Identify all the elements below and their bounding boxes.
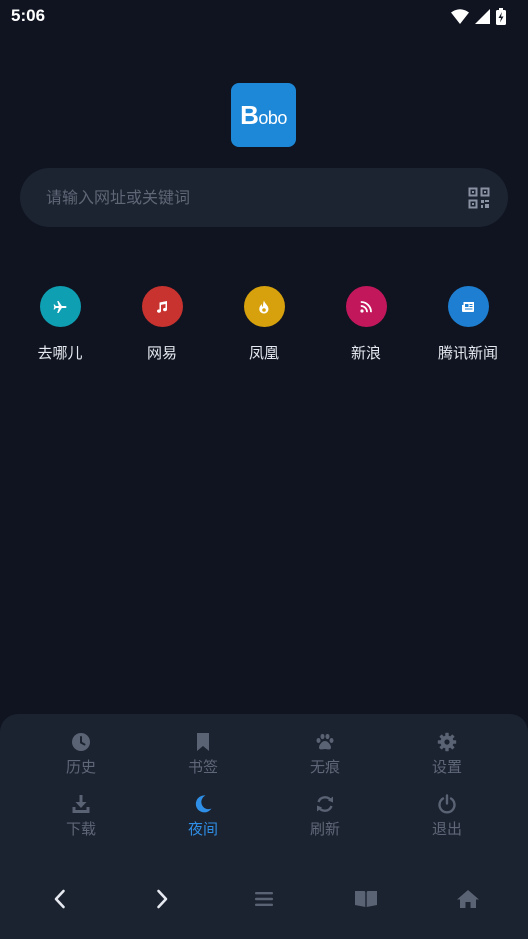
bookmark-icon	[197, 733, 209, 751]
chevron-right-icon	[157, 889, 168, 909]
app-logo: Bobo	[231, 83, 296, 147]
wifi-icon	[451, 8, 469, 24]
shortcut-netease[interactable]: 网易	[112, 286, 212, 363]
bottom-menu-panel: 历史 书签 无痕 设置 下载 夜间 刷新 退出	[0, 714, 528, 939]
clock-icon	[72, 733, 90, 751]
settings-button[interactable]: 设置	[386, 732, 508, 777]
shortcut-label: 新浪	[350, 344, 381, 362]
shortcut-label: 凤凰	[248, 344, 279, 362]
moon-icon	[195, 795, 212, 813]
search-input[interactable]	[46, 188, 468, 207]
history-button[interactable]: 历史	[20, 732, 142, 777]
menu-label: 刷新	[309, 820, 340, 838]
menu-label: 设置	[431, 758, 462, 776]
home-button[interactable]	[418, 874, 518, 924]
search-bar[interactable]	[20, 168, 508, 227]
rss-icon	[345, 286, 387, 327]
download-icon	[72, 795, 90, 813]
book-icon	[355, 891, 377, 907]
menu-label: 下载	[65, 820, 96, 838]
menu-label: 退出	[431, 820, 462, 838]
fire-icon	[243, 286, 285, 327]
refresh-button[interactable]: 刷新	[264, 794, 386, 839]
power-icon	[438, 794, 456, 814]
shortcut-qunar[interactable]: 去哪儿	[10, 286, 110, 363]
bottom-navigation	[10, 874, 518, 924]
shortcut-tencent-news[interactable]: 腾讯新闻	[418, 286, 518, 363]
menu-label: 书签	[187, 758, 218, 776]
menu-label: 无痕	[309, 758, 340, 776]
menu-label: 夜间	[187, 820, 218, 838]
shortcut-label: 去哪儿	[37, 344, 83, 362]
shortcut-label: 网易	[146, 344, 177, 362]
menu-label: 历史	[65, 758, 96, 776]
shortcut-sina[interactable]: 新浪	[316, 286, 416, 363]
night-mode-button[interactable]: 夜间	[142, 794, 264, 839]
back-button[interactable]	[10, 874, 110, 924]
signal-icon	[475, 8, 490, 24]
incognito-button[interactable]: 无痕	[264, 732, 386, 777]
shortcut-ifeng[interactable]: 凤凰	[214, 286, 314, 363]
shortcut-grid: 去哪儿 网易 凤凰 新浪 腾讯新闻	[10, 286, 518, 363]
menu-grid: 历史 书签 无痕 设置 下载 夜间 刷新 退出	[20, 732, 508, 839]
exit-button[interactable]: 退出	[386, 794, 508, 839]
music-note-icon	[141, 286, 183, 327]
forward-button[interactable]	[112, 874, 212, 924]
status-bar: 5:06	[0, 0, 528, 32]
plane-icon	[39, 286, 81, 327]
chevron-left-icon	[54, 889, 65, 909]
status-icons	[451, 7, 506, 25]
bookmarks-button[interactable]: 书签	[142, 732, 264, 777]
logo-text: Bobo	[240, 99, 287, 130]
home-icon	[457, 890, 479, 908]
reader-button[interactable]	[316, 874, 416, 924]
qr-scan-icon[interactable]	[468, 187, 490, 209]
shortcut-label: 腾讯新闻	[437, 344, 498, 362]
gear-icon	[437, 732, 457, 752]
download-button[interactable]: 下载	[20, 794, 142, 839]
paw-icon	[316, 733, 334, 750]
newspaper-icon	[447, 286, 489, 327]
status-time: 5:06	[11, 6, 46, 25]
refresh-icon	[317, 796, 333, 812]
hamburger-menu-icon	[255, 892, 273, 906]
battery-icon	[496, 7, 506, 25]
menu-button[interactable]	[214, 874, 314, 924]
